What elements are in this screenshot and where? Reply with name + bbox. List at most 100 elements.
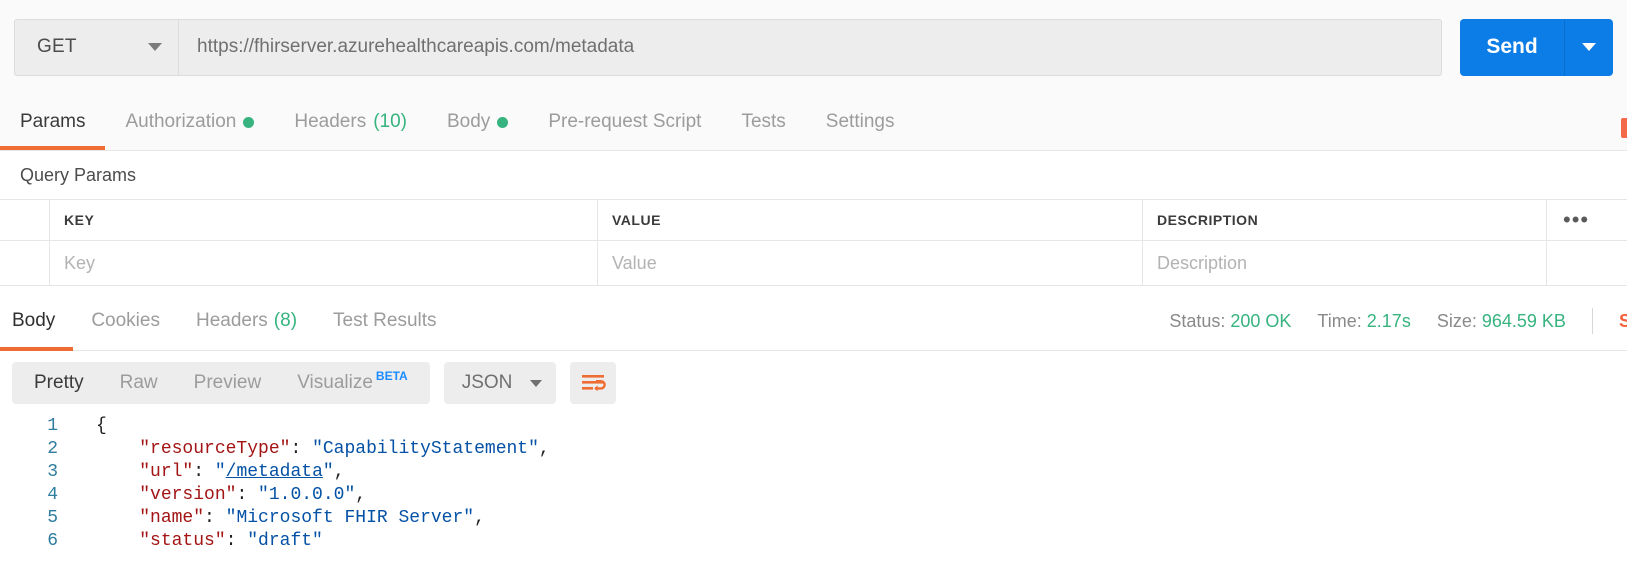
tab-params[interactable]: Params xyxy=(0,94,106,150)
tab-tests-label: Tests xyxy=(741,111,786,132)
code-line-text: "resourceType": "CapabilityStatement", xyxy=(96,438,550,461)
authorization-status-dot-icon xyxy=(243,116,255,128)
tab-pre-request-script-label: Pre-request Script xyxy=(548,111,702,132)
body-status-dot-icon xyxy=(497,116,509,128)
time-value: 2.17s xyxy=(1366,310,1411,331)
chevron-down-icon xyxy=(148,43,162,51)
code-token-link[interactable]: /metadata xyxy=(226,462,323,482)
send-options-button[interactable] xyxy=(1565,18,1613,76)
param-value-input[interactable]: Value xyxy=(598,241,1143,285)
param-description-input[interactable]: Description xyxy=(1143,241,1547,285)
response-tab-cookies-label: Cookies xyxy=(91,310,160,331)
bulk-edit-options-cell[interactable]: ••• xyxy=(1547,200,1627,240)
response-format-label: JSON xyxy=(461,372,513,393)
response-tab-headers[interactable]: Headers (8) xyxy=(178,292,315,351)
code-line: 5 "name": "Microsoft FHIR Server", xyxy=(0,507,1627,530)
save-response-button[interactable]: Save xyxy=(1619,311,1627,332)
code-line-text: "version": "1.0.0.0", xyxy=(96,484,366,507)
response-body-code-viewer[interactable]: 1{2 "resourceType": "CapabilityStatement… xyxy=(0,415,1627,567)
tab-tests[interactable]: Tests xyxy=(721,94,805,150)
param-key-placeholder: Key xyxy=(64,252,96,273)
column-header-value-label: VALUE xyxy=(612,212,661,228)
tab-params-label: Params xyxy=(20,111,86,132)
view-raw-button[interactable]: Raw xyxy=(102,362,176,404)
response-view-switcher: Pretty Raw Preview Visualize BETA xyxy=(12,362,430,404)
column-header-key-label: KEY xyxy=(64,212,95,228)
beta-badge: BETA xyxy=(375,369,408,383)
response-tab-headers-label: Headers xyxy=(195,310,268,331)
param-description-placeholder: Description xyxy=(1157,252,1248,273)
status-label: Status: xyxy=(1169,310,1226,331)
view-preview-label: Preview xyxy=(193,372,262,393)
code-line: 3 "url": "/metadata", xyxy=(0,461,1627,484)
select-all-checkbox-cell[interactable] xyxy=(0,200,50,240)
code-line: 2 "resourceType": "CapabilityStatement", xyxy=(0,438,1627,461)
code-token-key: "status" xyxy=(139,531,226,551)
code-token-key: "resourceType" xyxy=(139,439,291,459)
response-tab-test-results[interactable]: Test Results xyxy=(315,292,454,351)
code-line-text: { xyxy=(96,415,107,438)
tab-headers-count: (10) xyxy=(373,111,407,132)
response-tab-cookies[interactable]: Cookies xyxy=(73,292,178,351)
view-visualize-label: Visualize xyxy=(297,372,373,393)
column-header-description: DESCRIPTION xyxy=(1143,200,1547,240)
wrap-text-icon xyxy=(582,375,607,392)
tab-body[interactable]: Body xyxy=(427,94,528,150)
param-key-input[interactable]: Key xyxy=(50,241,598,285)
time-badge[interactable]: Time: 2.17s xyxy=(1317,311,1410,332)
query-params-heading: Query Params xyxy=(0,151,1627,199)
meta-divider xyxy=(1591,308,1593,334)
view-raw-label: Raw xyxy=(119,372,158,393)
code-token-key: "name" xyxy=(139,508,205,528)
code-token-punct: : xyxy=(290,439,313,459)
response-tab-body[interactable]: Body xyxy=(0,292,74,351)
tab-settings[interactable]: Settings xyxy=(806,94,915,150)
view-pretty-button[interactable]: Pretty xyxy=(16,362,102,404)
tab-pre-request-script[interactable]: Pre-request Script xyxy=(528,94,721,150)
code-token-key: "version" xyxy=(139,485,237,505)
view-visualize-button[interactable]: Visualize BETA xyxy=(279,362,425,404)
status-badge[interactable]: Status: 200 OK xyxy=(1169,311,1291,332)
code-token-str: "Microsoft FHIR Server" xyxy=(225,508,475,528)
code-token-punct: , xyxy=(355,485,367,505)
response-format-dropdown[interactable]: JSON xyxy=(443,362,557,404)
response-meta-group: Status: 200 OK Time: 2.17s Size: 964.59 … xyxy=(1169,308,1627,334)
code-line-number: 4 xyxy=(47,485,58,505)
table-row: Key Value Description xyxy=(0,241,1627,286)
chevron-down-icon xyxy=(530,379,543,387)
response-body-toolbar: Pretty Raw Preview Visualize BETA JSON xyxy=(0,351,1627,415)
cookies-link-edge-marker[interactable] xyxy=(1621,118,1627,138)
param-value-placeholder: Value xyxy=(612,252,657,273)
request-url-text: https://fhirserver.azurehealthcareapis.c… xyxy=(197,36,635,57)
http-method-dropdown[interactable]: GET xyxy=(14,18,178,76)
view-preview-button[interactable]: Preview xyxy=(176,362,280,404)
column-header-description-label: DESCRIPTION xyxy=(1157,212,1259,228)
row-checkbox-cell[interactable] xyxy=(0,241,50,285)
response-tab-bar: Body Cookies Headers (8) Test Results xyxy=(0,292,455,351)
code-line-text: "status": "draft" xyxy=(96,530,323,553)
size-badge[interactable]: Size: 964.59 KB xyxy=(1437,311,1566,332)
code-token-str: "1.0.0.0" xyxy=(258,485,356,505)
code-token-punct: : xyxy=(236,485,259,505)
tab-authorization[interactable]: Authorization xyxy=(105,94,274,150)
code-token-str: " xyxy=(322,462,334,482)
code-token-punct: : xyxy=(204,508,226,528)
http-method-label: GET xyxy=(37,36,77,57)
size-label: Size: xyxy=(1436,310,1477,331)
code-line: 6 "status": "draft" xyxy=(0,530,1627,553)
tab-headers[interactable]: Headers (10) xyxy=(274,94,427,150)
query-params-table: KEY VALUE DESCRIPTION ••• Key Value Desc… xyxy=(0,199,1627,286)
tab-headers-label: Headers xyxy=(294,111,367,132)
row-actions-cell[interactable] xyxy=(1547,241,1627,285)
send-button[interactable]: Send xyxy=(1460,18,1564,76)
request-url-input[interactable]: https://fhirserver.azurehealthcareapis.c… xyxy=(178,18,1442,76)
column-header-key: KEY xyxy=(50,200,598,240)
wrap-lines-button[interactable] xyxy=(570,362,617,404)
status-value: 200 OK xyxy=(1230,310,1292,331)
code-line-text: "url": "/metadata", xyxy=(96,461,344,484)
postman-request-response-pane: GET https://fhirserver.azurehealthcareap… xyxy=(0,0,1627,567)
code-token-punct: , xyxy=(474,508,485,528)
